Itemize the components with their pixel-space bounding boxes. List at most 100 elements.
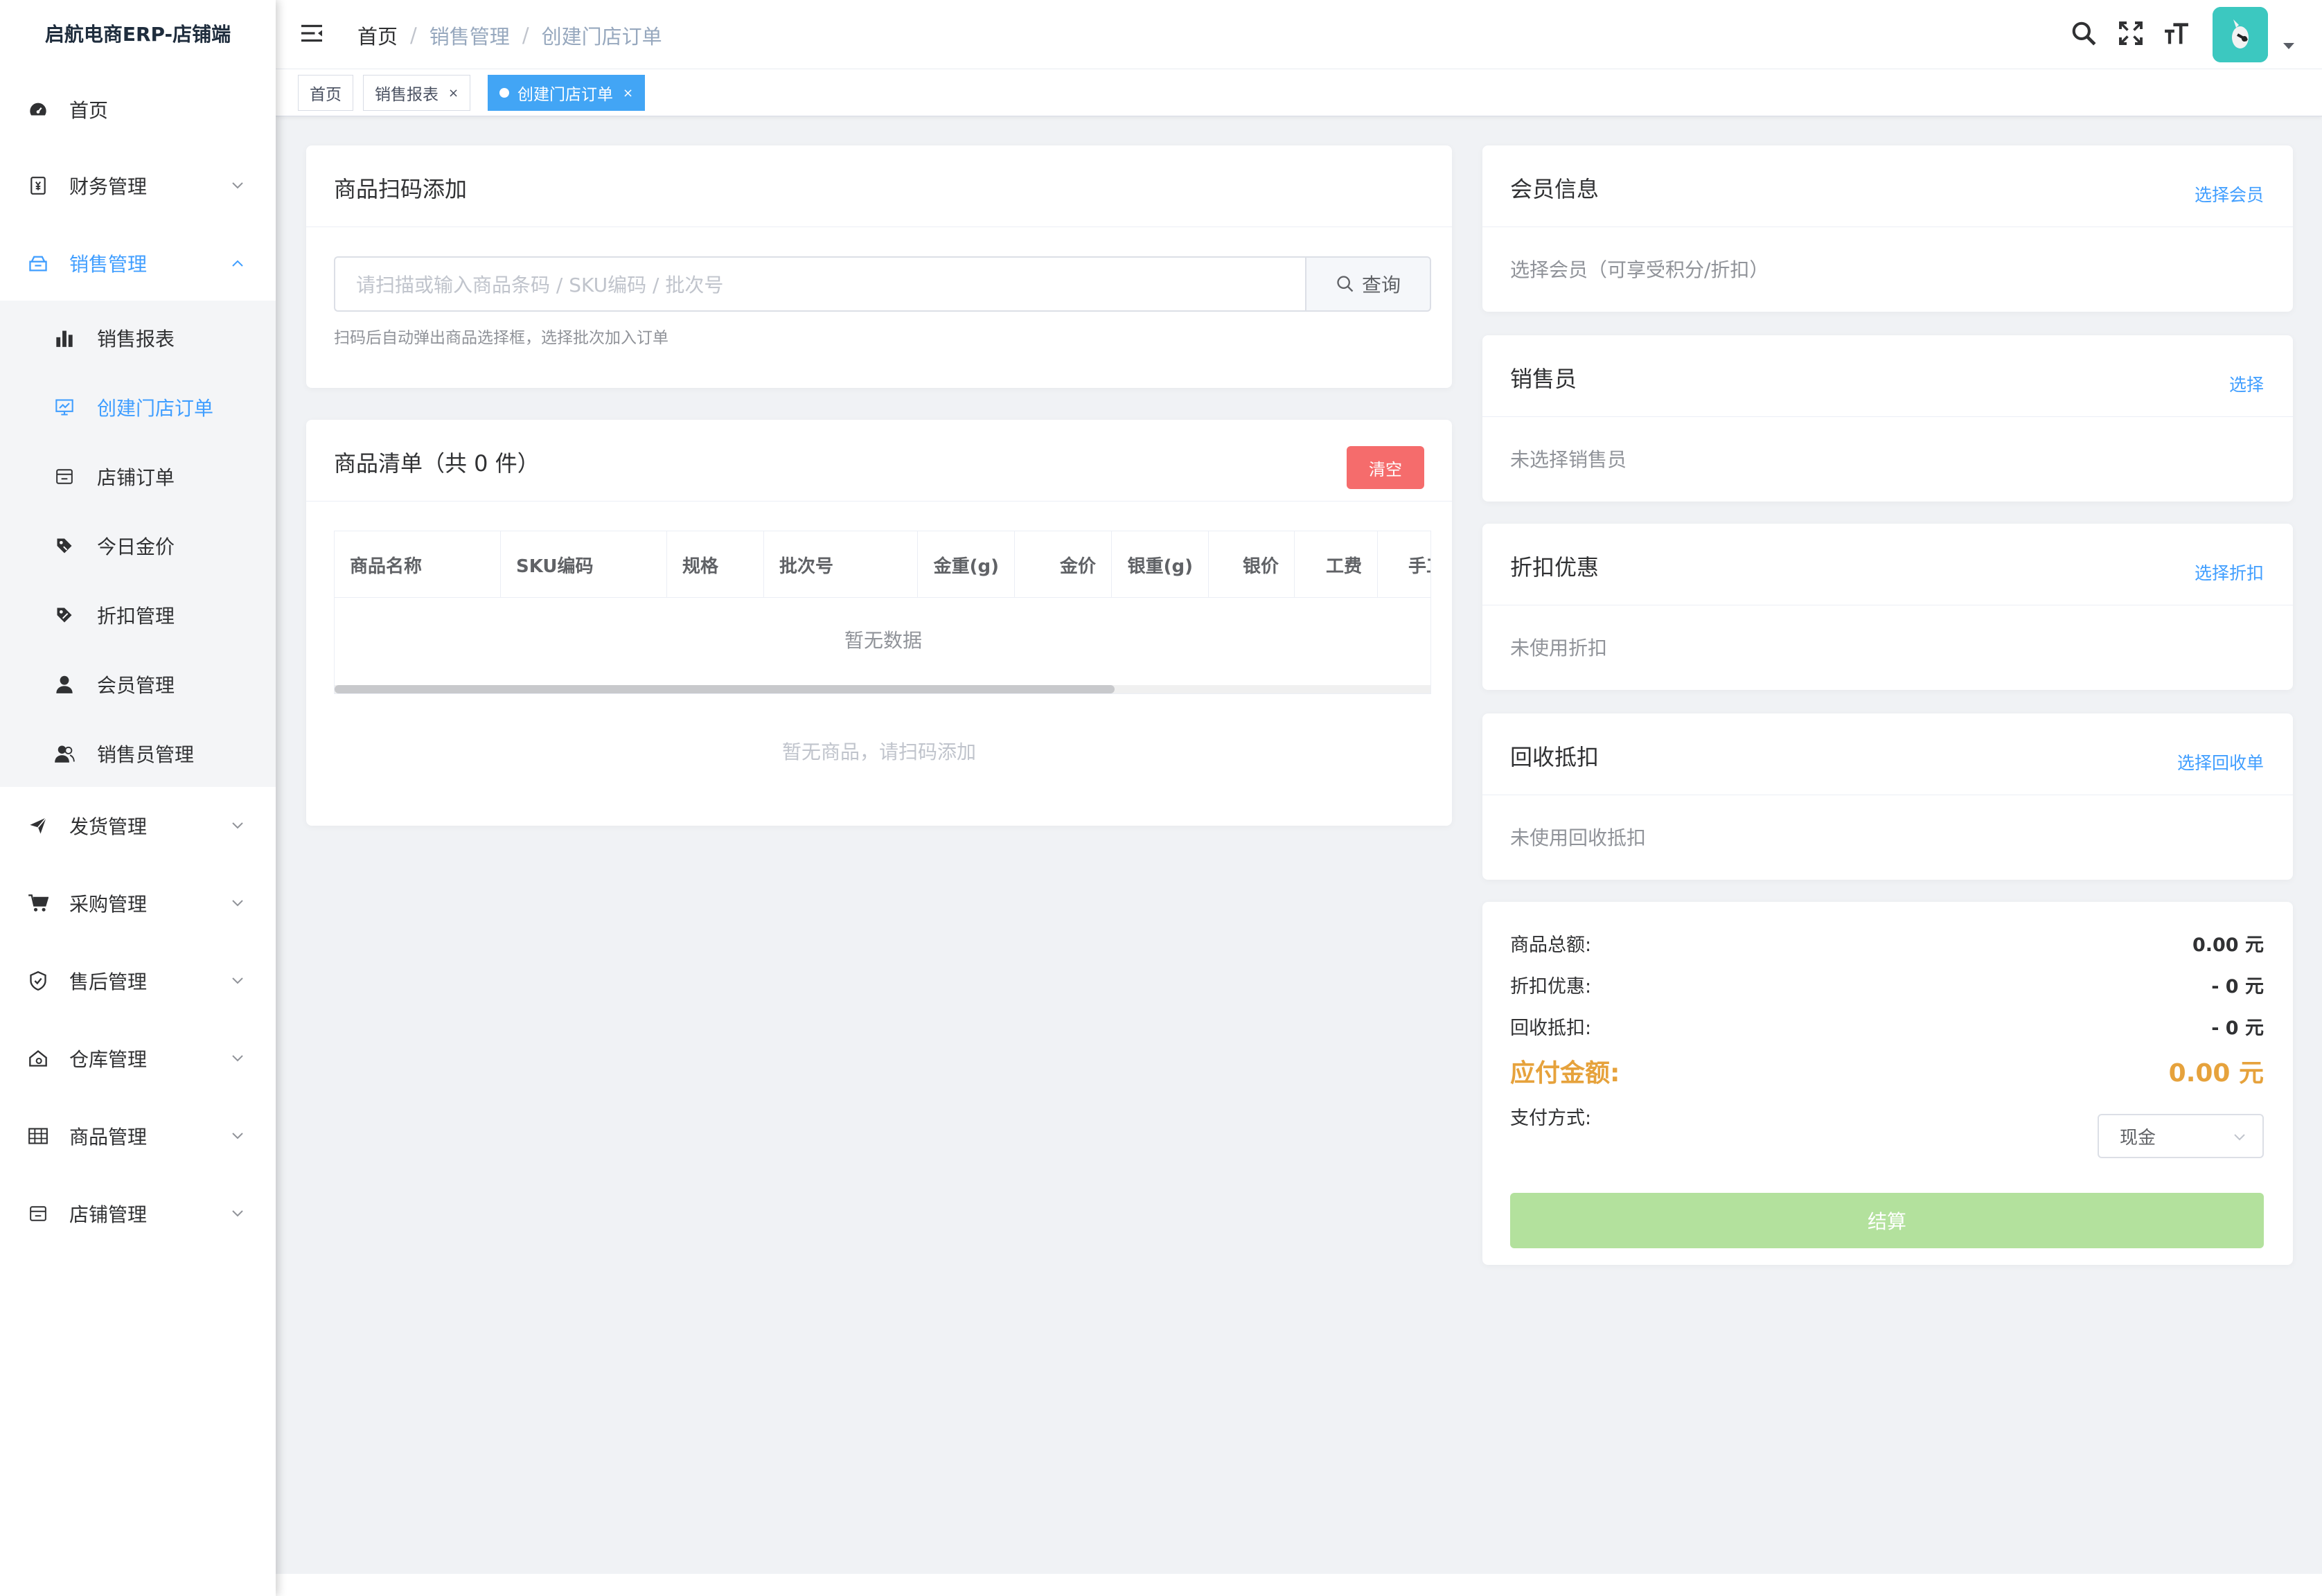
summary-due-row: 应付金额: 0.00 元 xyxy=(1510,1053,2264,1089)
clear-button[interactable]: 清空 xyxy=(1347,446,1424,489)
user-icon xyxy=(54,674,75,695)
menu-item-finance[interactable]: 财务管理 xyxy=(0,154,276,218)
close-icon[interactable]: × xyxy=(448,86,459,100)
users-icon xyxy=(54,743,75,764)
tag-home[interactable]: 首页 xyxy=(298,75,353,111)
member-placeholder-text: 选择会员（可享受积分/折扣） xyxy=(1510,258,1769,281)
close-icon[interactable]: × xyxy=(623,86,633,100)
footer-strip xyxy=(276,1574,2322,1596)
search-icon[interactable] xyxy=(2070,19,2098,47)
sales-icon xyxy=(28,253,48,274)
submenu-item-store-orders[interactable]: 店铺订单 xyxy=(0,442,276,511)
card-header: 商品清单（共 0 件） 清空 xyxy=(306,420,1452,502)
barcode-search-input[interactable]: 请扫描或输入商品条码 / SKU编码 / 批次号 xyxy=(334,256,1305,312)
column-header: 工费 xyxy=(1295,531,1378,598)
send-icon xyxy=(28,815,48,836)
avatar[interactable] xyxy=(2213,7,2268,62)
submenu-label: 折扣管理 xyxy=(97,605,175,628)
caret-down-icon[interactable] xyxy=(2283,43,2294,49)
breadcrumb-sales: 销售管理 xyxy=(429,25,510,48)
chevron-up-icon xyxy=(230,256,245,271)
submenu-label: 会员管理 xyxy=(97,674,175,697)
tag-label: 销售报表 xyxy=(375,86,438,104)
select-recycle-link[interactable]: 选择回收单 xyxy=(2177,750,2264,774)
menu-item-goods[interactable]: 商品管理 xyxy=(0,1104,276,1168)
scan-hint: 扫码后自动弹出商品选择框，选择批次加入订单 xyxy=(334,329,668,347)
query-button-label: 查询 xyxy=(1361,274,1401,296)
summary-recycle-row: 回收抵扣: - 0 元 xyxy=(1510,1013,2264,1040)
submenu-label: 销售员管理 xyxy=(97,743,195,766)
finance-icon xyxy=(28,175,48,196)
payment-method-select[interactable]: 现金 xyxy=(2098,1114,2264,1158)
column-header: 金重(g) xyxy=(918,531,1015,598)
card-header: 回收抵扣 选择回收单 xyxy=(1482,713,2293,795)
menu-item-warehouse[interactable]: 仓库管理 xyxy=(0,1027,276,1090)
fullscreen-icon[interactable] xyxy=(2117,19,2145,47)
bar-chart-icon xyxy=(54,328,75,348)
top-navbar: 首页 / 销售管理 / 创建门店订单 xyxy=(276,0,2322,69)
tag-create-store-order[interactable]: 创建门店订单 × xyxy=(488,75,646,111)
select-salesperson-link[interactable]: 选择 xyxy=(2229,371,2264,396)
chevron-down-icon xyxy=(230,178,245,193)
discount-icon xyxy=(54,605,75,626)
select-discount-link[interactable]: 选择折扣 xyxy=(2195,560,2264,585)
submenu-label: 今日金价 xyxy=(97,535,175,558)
submenu-item-discount-management[interactable]: 折扣管理 xyxy=(0,580,276,650)
goods-table: 商品名称 SKU编码 规格 批次号 金重(g) 金价 银重(g) 银价 工费 手… xyxy=(334,531,1431,694)
menu-item-home[interactable]: 首页 xyxy=(0,78,276,141)
cart-icon xyxy=(28,893,48,914)
price-tag-icon xyxy=(54,535,75,556)
summary-label: 商品总额: xyxy=(1510,934,1592,956)
hamburger-menu-icon[interactable] xyxy=(299,21,324,46)
submenu-item-salesperson-management[interactable]: 销售员管理 xyxy=(0,719,276,788)
summary-card: 商品总额: 0.00 元 折扣优惠: - 0 元 回收抵扣: - 0 元 应付金… xyxy=(1482,902,2293,1265)
menu-item-store[interactable]: 店铺管理 xyxy=(0,1182,276,1245)
chevron-down-icon xyxy=(230,896,245,911)
submenu-label: 店铺订单 xyxy=(97,466,175,489)
breadcrumb: 首页 / 销售管理 / 创建门店订单 xyxy=(357,21,662,50)
card-title: 折扣优惠 xyxy=(1510,554,1599,580)
settle-button[interactable]: 结算 xyxy=(1510,1193,2264,1248)
card-header: 会员信息 选择会员 xyxy=(1482,145,2293,227)
tags-view: 首页 销售报表 × 创建门店订单 × xyxy=(276,69,2322,116)
tag-label: 创建门店订单 xyxy=(517,86,613,104)
chevron-down-icon xyxy=(230,818,245,833)
recycle-placeholder-text: 未使用回收抵扣 xyxy=(1510,826,1647,849)
summary-total-value: 0.00 元 xyxy=(2192,934,2264,956)
menu-item-sales[interactable]: 销售管理 xyxy=(0,231,276,295)
column-header: 银重(g) xyxy=(1112,531,1209,598)
column-header: 批次号 xyxy=(764,531,918,598)
column-header: 银价 xyxy=(1209,531,1295,598)
summary-discount-row: 折扣优惠: - 0 元 xyxy=(1510,971,2264,998)
menu-item-shipping[interactable]: 发货管理 xyxy=(0,794,276,858)
submenu-item-create-store-order[interactable]: 创建门店订单 xyxy=(0,373,276,442)
menu-item-purchase[interactable]: 采购管理 xyxy=(0,871,276,935)
card-header: 折扣优惠 选择折扣 xyxy=(1482,524,2293,605)
scan-card: 商品扫码添加 请扫描或输入商品条码 / SKU编码 / 批次号 查询 扫码后自动… xyxy=(306,145,1452,388)
horizontal-scrollbar[interactable] xyxy=(335,685,1430,693)
submenu-item-today-gold-price[interactable]: 今日金价 xyxy=(0,511,276,580)
query-button[interactable]: 查询 xyxy=(1305,256,1431,312)
submenu-item-sales-report[interactable]: 销售报表 xyxy=(0,303,276,373)
menu-label: 售后管理 xyxy=(69,970,148,993)
summary-label: 回收抵扣: xyxy=(1510,1018,1592,1039)
tag-sales-report[interactable]: 销售报表 × xyxy=(363,75,471,111)
menu-label: 财务管理 xyxy=(69,175,148,198)
breadcrumb-home[interactable]: 首页 xyxy=(357,21,398,50)
column-header: 金价 xyxy=(1015,531,1112,598)
font-size-icon[interactable] xyxy=(2163,19,2190,47)
menu-label: 销售管理 xyxy=(69,253,148,276)
table-header: 商品名称 SKU编码 规格 批次号 金重(g) 金价 银重(g) 银价 工费 手… xyxy=(335,531,1430,598)
recycle-card: 回收抵扣 选择回收单 未使用回收抵扣 xyxy=(1482,713,2293,880)
menu-item-after-sales[interactable]: 售后管理 xyxy=(0,949,276,1013)
discount-card: 折扣优惠 选择折扣 未使用折扣 xyxy=(1482,524,2293,690)
card-title: 商品扫码添加 xyxy=(334,176,468,202)
submenu-item-member-management[interactable]: 会员管理 xyxy=(0,650,276,719)
monitor-icon xyxy=(54,397,75,418)
select-member-link[interactable]: 选择会员 xyxy=(2195,181,2264,206)
app-logo-title: 启航电商ERP-店铺端 xyxy=(44,23,231,46)
scrollbar-thumb[interactable] xyxy=(335,685,1115,693)
menu-label: 发货管理 xyxy=(69,815,148,838)
salesperson-card: 销售员 选择 未选择销售员 xyxy=(1482,335,2293,502)
summary-label: 支付方式: xyxy=(1510,1108,1592,1129)
